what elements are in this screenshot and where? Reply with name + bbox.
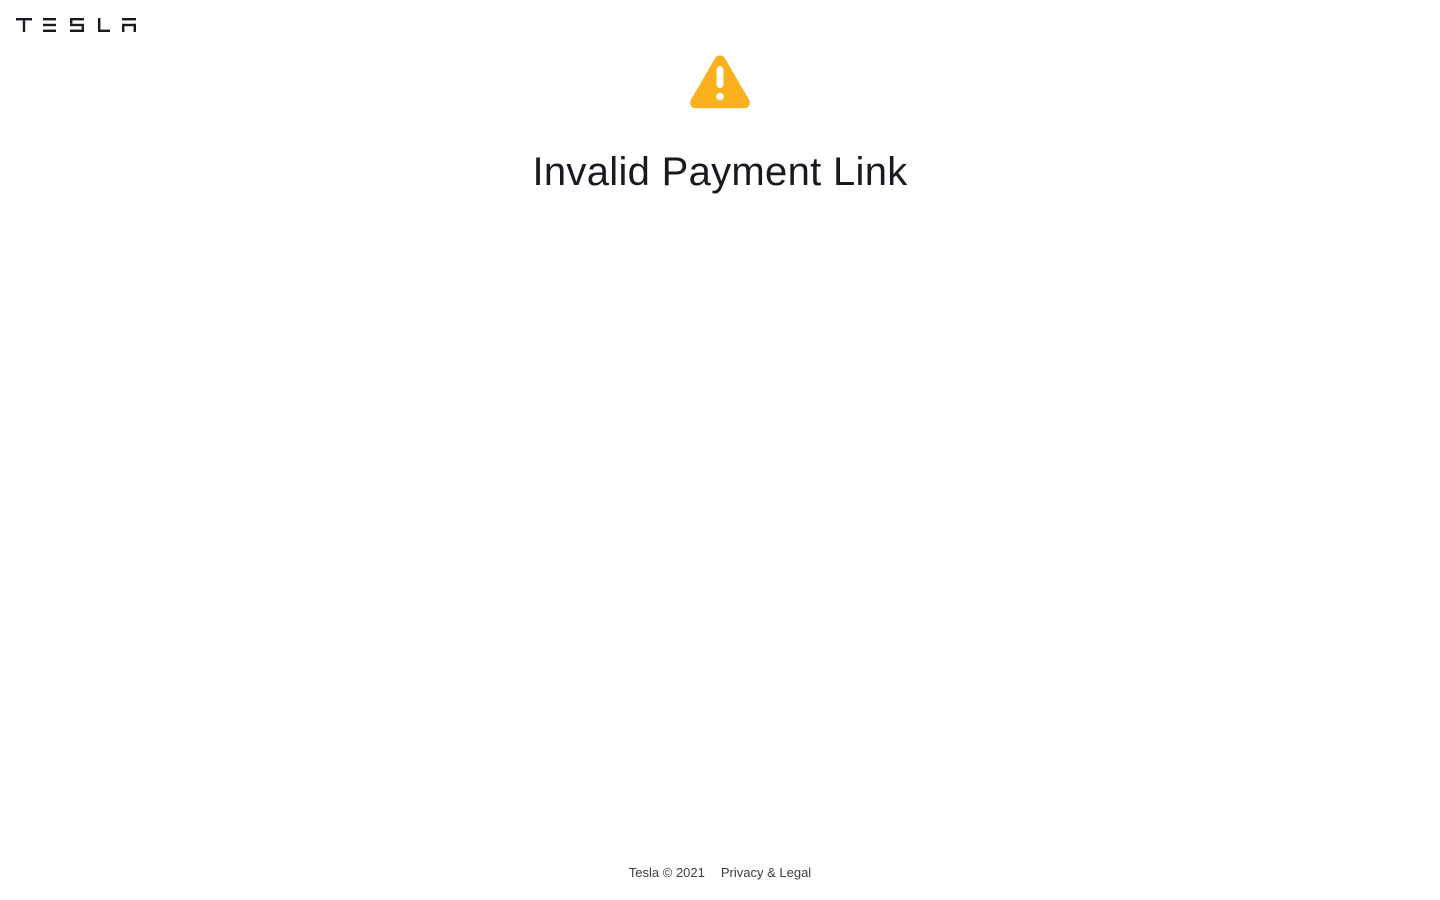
warning-icon: [690, 55, 750, 109]
page: Invalid Payment Link Tesla © 2021 Privac…: [0, 0, 1440, 900]
tesla-logo-link[interactable]: [16, 18, 136, 32]
tesla-logo-icon: [16, 18, 136, 32]
privacy-legal-link[interactable]: Privacy & Legal: [721, 865, 811, 880]
copyright-text: Tesla © 2021: [628, 865, 705, 880]
page-title: Invalid Payment Link: [532, 150, 908, 194]
footer: Tesla © 2021 Privacy & Legal: [0, 865, 1440, 880]
header: [16, 18, 136, 34]
main-content: Invalid Payment Link: [0, 54, 1440, 196]
